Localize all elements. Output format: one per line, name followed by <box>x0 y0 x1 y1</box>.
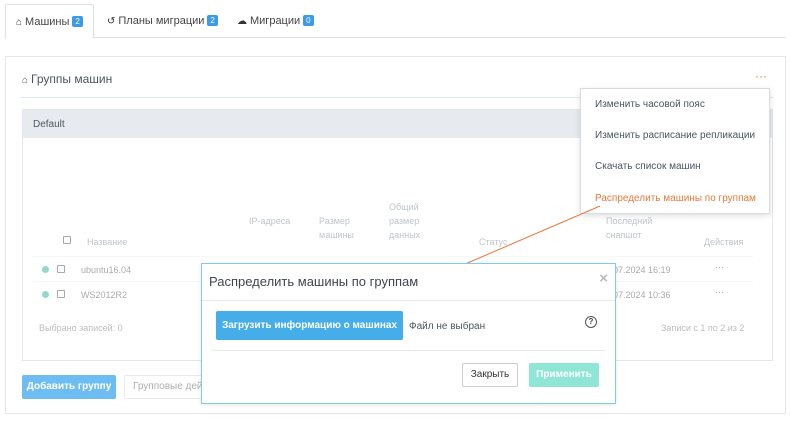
history-icon: ↺ <box>107 16 116 27</box>
group-name: Default <box>33 119 65 130</box>
tab-migrations-count: 0 <box>303 15 314 26</box>
row-actions-button[interactable]: ··· <box>715 262 724 272</box>
row-checkbox[interactable] <box>57 265 65 273</box>
panel-dropdown-menu: Изменить часовой пояс Изменить расписани… <box>580 88 770 214</box>
tab-migrations[interactable]: ☁ Миграции 0 <box>227 4 324 39</box>
upload-machine-info-button[interactable]: Загрузить информацию о машинах <box>216 311 403 340</box>
home-icon: ⌂ <box>22 75 29 86</box>
group-actions-button[interactable]: Групповые дей <box>124 375 208 399</box>
paging-info: Записи с 1 по 2 из 2 <box>661 323 745 333</box>
modal-footer-divider <box>212 350 605 351</box>
close-button[interactable]: Закрыть <box>462 363 518 387</box>
tab-machines-label: Машины <box>25 16 70 28</box>
tab-migration-plans-count: 2 <box>207 15 218 26</box>
close-icon[interactable]: × <box>599 270 608 287</box>
panel-title-text: Группы машин <box>31 72 113 86</box>
machine-snapshot: 07.2024 16:19 <box>613 265 671 275</box>
menu-item-distribute-machines[interactable]: Распределить машины по группам <box>595 193 756 204</box>
file-status: Файл не выбран <box>409 321 486 332</box>
row-checkbox[interactable] <box>57 290 65 298</box>
machine-name: WS2012R2 <box>81 290 128 300</box>
help-icon[interactable]: ? <box>585 316 597 328</box>
menu-item-change-replication-schedule[interactable]: Изменить расписание репликации <box>595 130 755 141</box>
column-last-snapshot[interactable]: Последний снапшот <box>606 214 666 242</box>
add-group-button[interactable]: Добавить группу <box>22 375 116 399</box>
machine-snapshot: 07.2024 10:36 <box>613 290 671 300</box>
tab-machines-count: 2 <box>72 16 83 27</box>
selected-count: Выбрано записей: 0 <box>39 323 123 333</box>
machine-name: ubuntu16.04 <box>81 265 132 275</box>
modal-title: Распределить машины по группам <box>209 274 419 289</box>
column-status[interactable]: Статус <box>479 235 507 249</box>
status-online-icon <box>42 291 49 298</box>
column-ip[interactable]: IP-адреса <box>249 214 293 228</box>
home-icon: ⌂ <box>16 17 23 28</box>
tab-migration-plans-label: Планы миграции <box>118 15 205 27</box>
row-actions-button[interactable]: ··· <box>715 287 724 297</box>
modal-header-divider <box>202 300 615 301</box>
apply-button[interactable]: Применить <box>529 363 599 387</box>
tab-bar: ⌂ Машины 2 ↺ Планы миграции 2 ☁ Миграции 0 <box>5 4 786 39</box>
tab-machines[interactable]: ⌂ Машины 2 <box>5 4 94 39</box>
distribute-machines-modal: Распределить машины по группам × Загрузи… <box>201 263 616 404</box>
cloud-icon: ☁ <box>237 16 247 27</box>
column-size[interactable]: Размер машины <box>319 214 369 242</box>
menu-item-download-machine-list[interactable]: Скачать список машин <box>595 161 701 172</box>
status-online-icon <box>42 266 49 273</box>
column-actions: Действия <box>704 237 744 247</box>
column-total-size[interactable]: Общий размер данных <box>389 200 441 242</box>
menu-item-change-timezone[interactable]: Изменить часовой пояс <box>595 99 705 110</box>
tab-migrations-label: Миграции <box>250 15 301 27</box>
tab-migration-plans[interactable]: ↺ Планы миграции 2 <box>97 4 228 39</box>
column-name[interactable]: Название <box>87 235 127 249</box>
panel-menu-button[interactable]: ··· <box>755 69 767 83</box>
select-all-checkbox[interactable] <box>63 236 71 244</box>
panel-title: ⌂ Группы машин <box>22 72 112 86</box>
